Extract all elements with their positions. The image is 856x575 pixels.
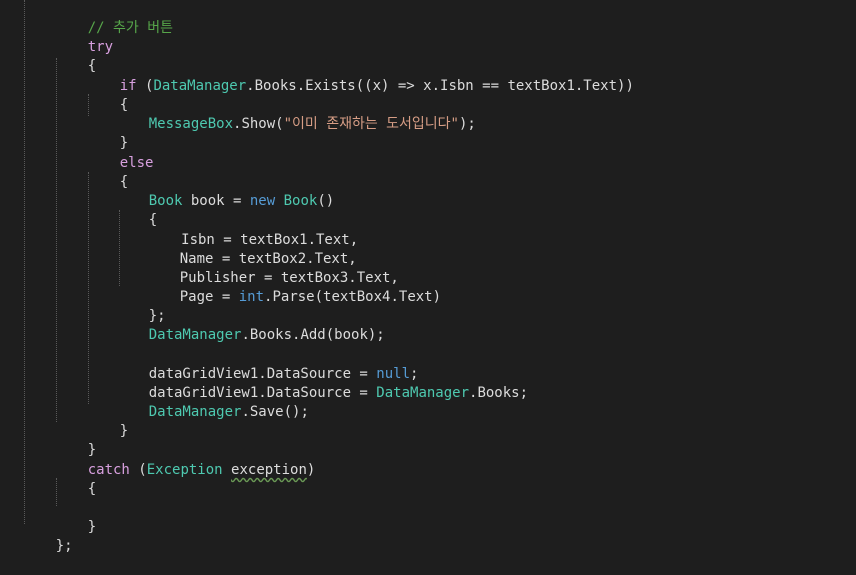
indent-guide <box>24 0 25 524</box>
code-line[interactable]: Name = textBox2.Text, <box>146 231 357 267</box>
code-line[interactable]: dataGridView1.DataSource = null; <box>115 346 419 382</box>
plain-token: ); <box>459 116 476 132</box>
code-line[interactable]: }; <box>115 288 166 324</box>
code-editor[interactable]: // 추가 버튼 try { if (DataManager.Books.Exi… <box>0 0 856 554</box>
keyword-token: new <box>249 193 276 209</box>
plain-token: ( <box>129 462 147 478</box>
type-token: Exception <box>146 462 223 478</box>
type-token: DataManager <box>153 78 247 94</box>
indent-guide <box>56 58 57 422</box>
code-line[interactable]: Book book = new Book() <box>115 173 334 209</box>
code-line[interactable]: DataManager.Books.Add(book); <box>115 307 385 343</box>
plain-token: ) <box>306 462 316 478</box>
type-token: Book <box>275 193 318 209</box>
plain-token: Page = <box>179 289 239 305</box>
brace-token: }; <box>55 538 73 554</box>
code-line[interactable]: MessageBox.Show("이미 존재하는 도서입니다"); <box>115 96 476 132</box>
code-line[interactable]: }; <box>22 518 73 554</box>
plain-token: .Show( <box>233 116 284 132</box>
unused-variable-token[interactable]: exception <box>231 462 307 478</box>
plain-token: .Books.Add(book); <box>241 327 385 343</box>
code-line[interactable]: if (DataManager.Books.Exists((x) => x.Is… <box>86 58 634 94</box>
brace-token: { <box>87 481 97 497</box>
code-line[interactable]: { <box>54 38 96 74</box>
plain-token: .Save(); <box>241 404 309 420</box>
plain-token: .Books.Exists((x) => x.Isbn == textBox1.… <box>246 78 634 94</box>
code-line[interactable]: } <box>54 422 96 458</box>
plain-token: .Books; <box>469 385 529 401</box>
plain-token: () <box>317 193 335 209</box>
type-token: MessageBox <box>148 116 234 132</box>
code-line[interactable]: try <box>54 19 113 55</box>
plain-token: .Parse(textBox4.Text) <box>264 289 442 305</box>
code-line[interactable]: else <box>86 135 154 171</box>
type-token: DataManager <box>376 385 470 401</box>
string-token: "이미 존재하는 도서입니다" <box>283 116 459 132</box>
code-line[interactable]: Isbn = textBox1.Text, <box>139 212 358 248</box>
code-line[interactable]: dataGridView1.DataSource = DataManager.B… <box>115 365 528 401</box>
brace-token: } <box>119 423 129 439</box>
code-line[interactable]: } <box>86 403 128 439</box>
code-line[interactable]: { <box>54 461 96 497</box>
plain-token: book = <box>182 193 250 209</box>
type-token: DataManager <box>148 327 242 343</box>
type-token: DataManager <box>148 404 242 420</box>
plain-token: ( <box>136 78 154 94</box>
keyword-token: int <box>238 289 265 305</box>
code-line[interactable]: Publisher = textBox3.Text, <box>146 250 399 286</box>
brace-token: } <box>87 519 97 535</box>
code-line[interactable]: } <box>86 115 128 151</box>
code-line[interactable]: // 추가 버튼 <box>54 0 173 36</box>
code-line[interactable]: catch (Exception exception) <box>54 442 316 478</box>
code-line[interactable]: DataManager.Save(); <box>115 384 309 420</box>
code-line[interactable]: { <box>86 77 128 113</box>
code-line[interactable]: { <box>115 192 157 228</box>
code-line[interactable]: Page = int.Parse(textBox4.Text) <box>146 269 441 305</box>
code-line[interactable]: { <box>86 154 128 190</box>
code-line[interactable]: } <box>54 499 96 535</box>
